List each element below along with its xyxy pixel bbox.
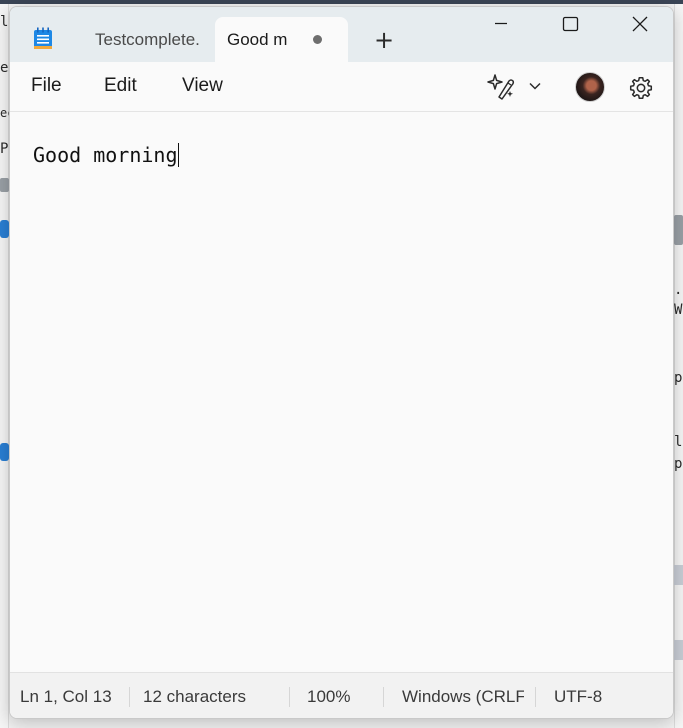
background-icon [0,178,9,192]
status-line-ending[interactable]: Windows (CRLF) [402,673,524,718]
status-zoom[interactable]: 100% [307,673,379,718]
background-text: ec [0,106,9,120]
menu-bar: File Edit View [10,62,673,112]
new-tab-button[interactable]: + [370,27,398,55]
background-text: p. [674,370,683,386]
background-right-strip [674,4,683,728]
tab-testcomplete[interactable]: Testcomplete. [82,17,214,62]
text-caret [177,143,179,167]
background-text: l [674,434,683,450]
minimize-icon[interactable] [478,7,524,41]
background-text: le [0,14,9,30]
background-icon [674,215,683,245]
tab-label: Testcomplete. [95,30,200,49]
background-text: e [0,60,9,76]
notepad-icon [34,27,52,49]
status-character-count: 12 characters [143,687,246,706]
unsaved-dot-icon[interactable] [313,35,322,44]
background-bar [674,640,683,660]
tab-good-morning[interactable]: Good m [215,17,348,62]
maximize-icon[interactable] [547,7,593,41]
status-divider [383,687,384,707]
avatar[interactable] [575,72,605,102]
background-bar [674,565,683,585]
notepad-window: Testcomplete. Good m + File Edit View Go… [9,6,674,719]
background-topbar [0,0,683,4]
background-text: P [0,141,9,157]
status-divider [129,687,130,707]
chevron-down-icon[interactable] [528,79,542,93]
status-divider [535,687,536,707]
background-text: p. [674,456,683,472]
text-editor[interactable]: Good morning [10,113,673,672]
background-icon [0,443,9,461]
status-divider [289,687,290,707]
background-text: W [674,302,683,318]
background-icon [0,220,9,238]
status-cursor-position: Ln 1, Col 13 [20,687,112,706]
tab-label: Good m [227,30,288,49]
menu-file[interactable]: File [31,75,62,97]
title-bar[interactable]: Testcomplete. Good m + [10,7,673,62]
status-encoding[interactable]: UTF-8 [554,673,644,718]
close-icon[interactable] [617,7,663,41]
background-text: . [674,282,683,298]
status-bar: Ln 1, Col 13 12 characters 100% Windows … [10,672,673,718]
copilot-sparkle-icon[interactable] [486,72,516,102]
editor-content-line: Good morning [33,143,179,167]
gear-icon[interactable] [628,75,654,101]
menu-view[interactable]: View [182,75,223,97]
menu-edit[interactable]: Edit [104,75,137,97]
editor-text: Good morning [33,143,178,167]
